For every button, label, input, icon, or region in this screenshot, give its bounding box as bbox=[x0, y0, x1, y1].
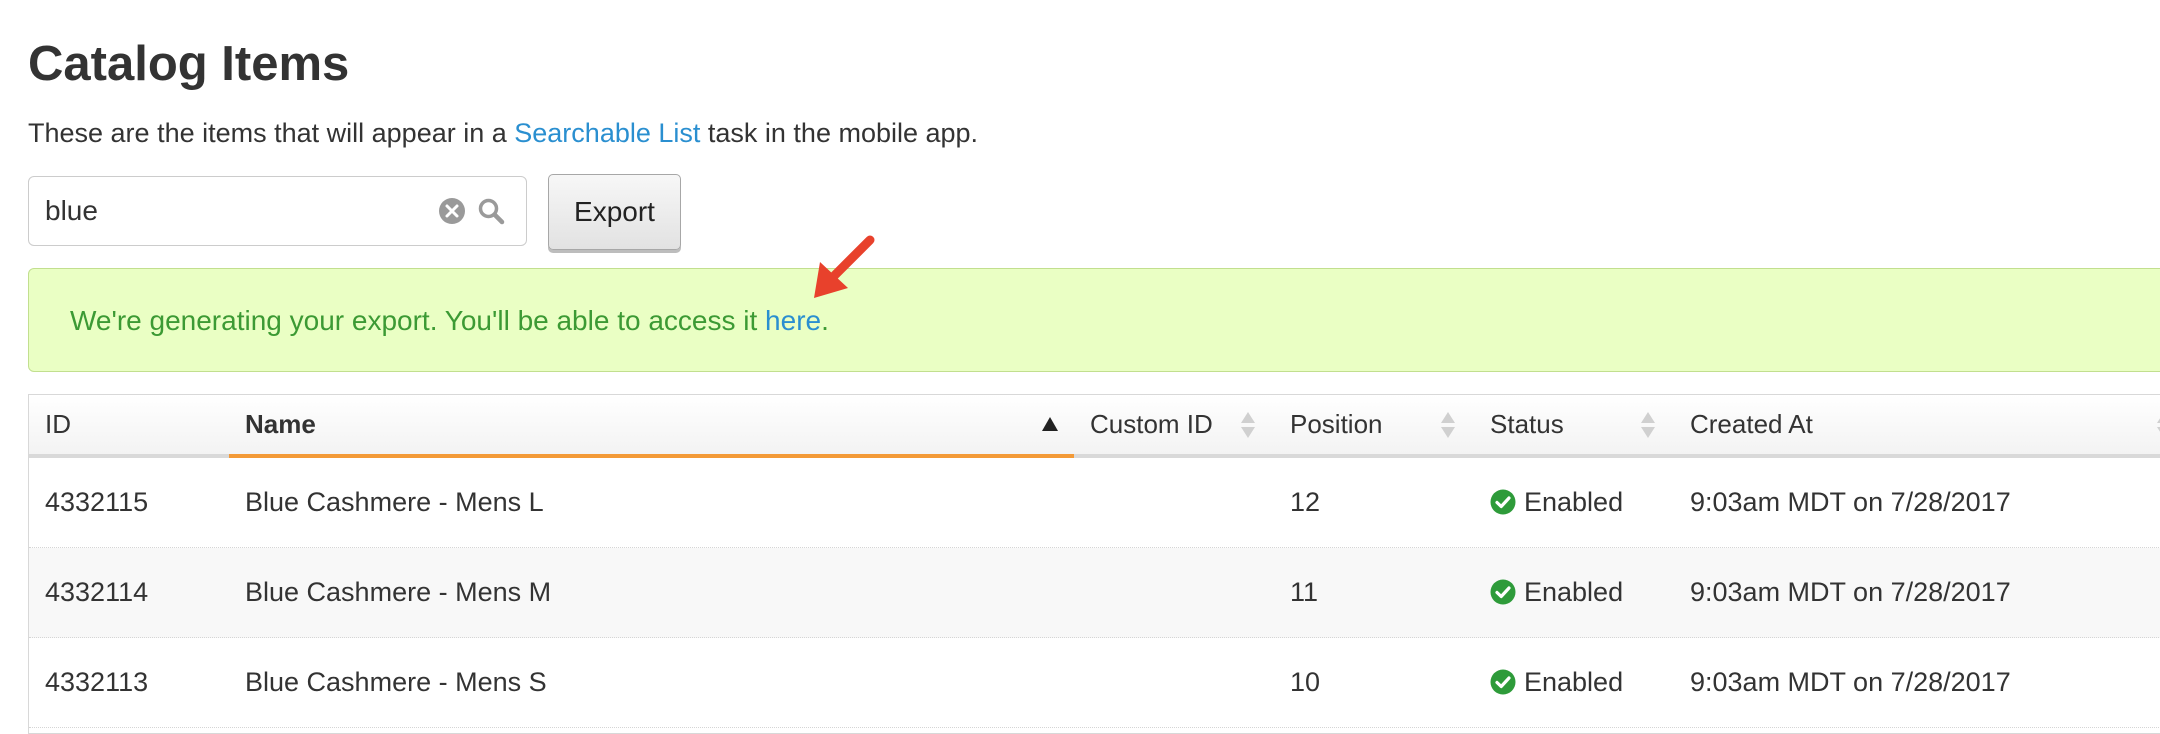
alert-message: We're generating your export. You'll be … bbox=[70, 302, 829, 340]
cell-id: 4332114 bbox=[45, 577, 149, 607]
export-alert: We're generating your export. You'll be … bbox=[28, 268, 2160, 372]
table-header: ID Name Custom ID Position Status Create… bbox=[29, 395, 2160, 458]
description-text-after: task in the mobile app. bbox=[700, 118, 979, 148]
cell-created-at: 9:03am MDT on 7/28/2017 bbox=[1690, 667, 2011, 697]
column-header-label: Status bbox=[1490, 409, 1564, 439]
catalog-items-page: Catalog Items These are the items that w… bbox=[0, 0, 2160, 734]
table-row[interactable]: 4332114 Blue Cashmere - Mens M 11 Enable… bbox=[29, 548, 2160, 638]
cell-position: 12 bbox=[1290, 487, 1321, 517]
search-box bbox=[28, 176, 527, 246]
cell-status: Enabled bbox=[1474, 548, 1674, 637]
description-text-before: These are the items that will appear in … bbox=[28, 118, 515, 148]
page-title: Catalog Items bbox=[28, 37, 350, 91]
sort-arrows-icon bbox=[1441, 412, 1455, 438]
cell-created-at: 9:03am MDT on 7/28/2017 bbox=[1690, 487, 2011, 517]
column-header-label: Custom ID bbox=[1090, 409, 1213, 439]
cell-name: Blue Cashmere - Mens S bbox=[245, 667, 547, 697]
table-row[interactable]: 4332113 Blue Cashmere - Mens S 10 Enable… bbox=[29, 638, 2160, 728]
cell-position: 10 bbox=[1290, 667, 1321, 697]
sort-arrows-icon bbox=[2157, 418, 2160, 432]
table-row[interactable]: 4332115 Blue Cashmere - Mens L 12 Enable… bbox=[29, 458, 2160, 548]
sort-arrows-icon bbox=[1241, 412, 1255, 438]
cell-position: 11 bbox=[1290, 577, 1319, 607]
column-header-label: Created At bbox=[1690, 409, 1813, 439]
status-label: Enabled bbox=[1524, 487, 1624, 517]
sort-arrows-icon bbox=[1641, 412, 1655, 438]
cell-name: Blue Cashmere - Mens M bbox=[245, 577, 552, 607]
column-header-created-at[interactable]: Created At bbox=[1674, 395, 2160, 454]
column-header-label: Position bbox=[1290, 409, 1383, 439]
page-description: These are the items that will appear in … bbox=[28, 114, 978, 152]
column-header-label: ID bbox=[45, 409, 71, 439]
catalog-items-table: ID Name Custom ID Position Status Create… bbox=[28, 394, 2160, 734]
status-label: Enabled bbox=[1524, 577, 1624, 607]
cell-status: Enabled bbox=[1474, 638, 1674, 727]
cell-id: 4332115 bbox=[45, 487, 149, 517]
check-circle-icon bbox=[1490, 489, 1516, 515]
search-input[interactable] bbox=[45, 189, 435, 233]
cell-name: Blue Cashmere - Mens L bbox=[245, 487, 544, 517]
cell-created-at: 9:03am MDT on 7/28/2017 bbox=[1690, 577, 2011, 607]
column-header-name[interactable]: Name bbox=[229, 395, 1074, 458]
check-circle-icon bbox=[1490, 579, 1516, 605]
column-header-id[interactable]: ID bbox=[29, 395, 229, 454]
clear-icon[interactable] bbox=[438, 197, 466, 225]
sort-ascending-icon bbox=[1042, 417, 1058, 431]
searchable-list-link[interactable]: Searchable List bbox=[514, 118, 700, 148]
red-arrow-icon bbox=[814, 235, 875, 298]
cell-id: 4332113 bbox=[45, 667, 149, 697]
search-icon[interactable] bbox=[477, 197, 505, 225]
export-button[interactable]: Export bbox=[548, 174, 681, 250]
cell-status: Enabled bbox=[1474, 458, 1674, 547]
column-header-custom-id[interactable]: Custom ID bbox=[1074, 395, 1274, 454]
column-header-label: Name bbox=[245, 409, 316, 439]
column-header-status[interactable]: Status bbox=[1474, 395, 1674, 454]
alert-text: We're generating your export. You'll be … bbox=[70, 305, 766, 336]
column-header-position[interactable]: Position bbox=[1274, 395, 1474, 454]
check-circle-icon bbox=[1490, 669, 1516, 695]
status-label: Enabled bbox=[1524, 667, 1624, 697]
